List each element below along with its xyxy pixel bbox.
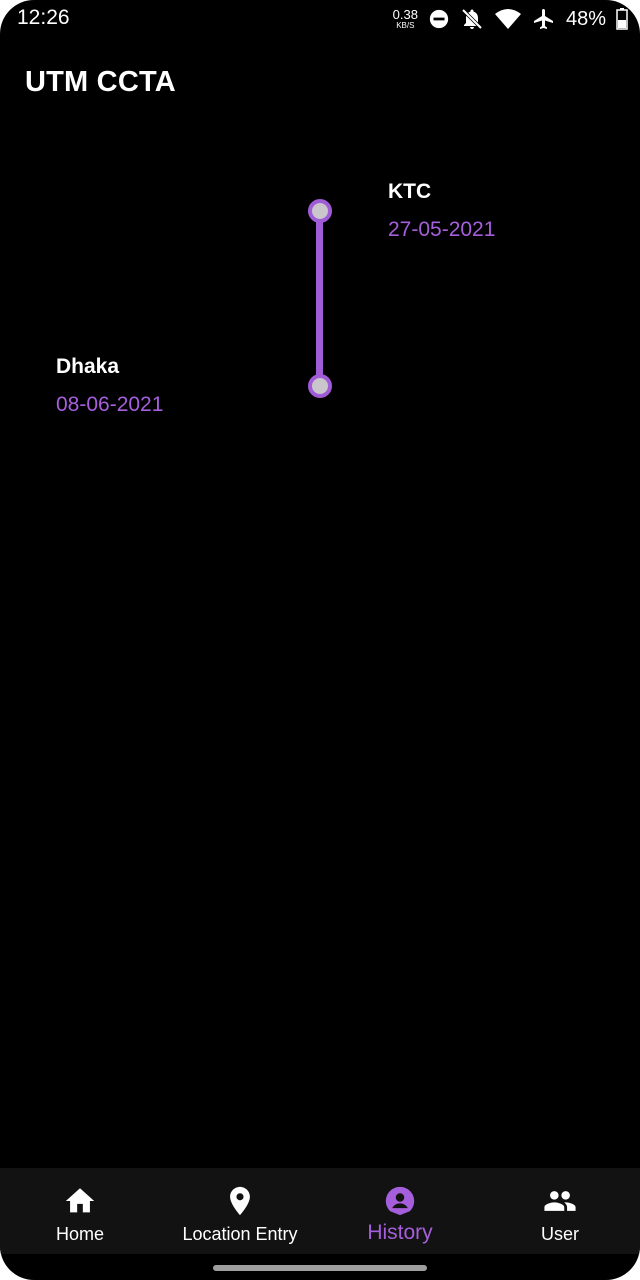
timeline-dot	[308, 374, 332, 398]
battery-percent: 48%	[565, 7, 606, 30]
timeline-entry-dhaka: Dhaka 08-06-2021	[56, 355, 163, 417]
status-bar: 12:26 0.38 KB/S 48%	[0, 0, 640, 36]
status-time: 12:26	[17, 6, 70, 29]
battery-icon	[616, 8, 628, 30]
airplane-mode-icon	[532, 7, 556, 31]
nav-item-label: User	[540, 1224, 579, 1244]
timeline-entry-place: Dhaka	[56, 355, 120, 378]
group-icon	[541, 1184, 579, 1218]
wifi-icon	[494, 8, 522, 30]
nav-item-label: History	[367, 1221, 433, 1244]
bottom-navigation: Home Location Entry History User	[0, 1168, 640, 1254]
network-speed: 0.38 KB/S	[393, 8, 418, 30]
nav-item-user[interactable]: User	[480, 1168, 640, 1254]
nav-item-label: Home	[55, 1224, 104, 1244]
timeline-entry-ktc: KTC 27-05-2021	[388, 180, 495, 242]
nav-item-label: Location Entry	[182, 1224, 298, 1244]
app-title: UTM CCTA	[25, 66, 176, 98]
nav-item-history[interactable]: History	[320, 1168, 480, 1254]
network-speed-value: 0.38	[392, 7, 418, 22]
notifications-off-icon	[460, 7, 484, 31]
timeline-entry-date: 08-06-2021	[56, 393, 164, 416]
nav-item-home[interactable]: Home	[0, 1168, 160, 1254]
phone-screen: 12:26 0.38 KB/S 48% UTM CCTA KTC 27-05-2…	[0, 0, 640, 1280]
status-icons: 0.38 KB/S 48%	[393, 4, 628, 34]
network-speed-unit: KB/S	[396, 21, 415, 30]
location-pin-icon	[223, 1184, 257, 1218]
timeline-connector	[316, 211, 323, 386]
timeline-entry-place: KTC	[388, 180, 432, 203]
gesture-navigation-bar[interactable]	[213, 1265, 427, 1271]
dnd-icon	[428, 8, 450, 30]
timeline-dot	[308, 199, 332, 223]
timeline-entry-date: 27-05-2021	[388, 218, 496, 241]
nav-item-location-entry[interactable]: Location Entry	[160, 1168, 320, 1254]
home-icon	[63, 1184, 97, 1218]
account-location-icon	[383, 1184, 417, 1218]
